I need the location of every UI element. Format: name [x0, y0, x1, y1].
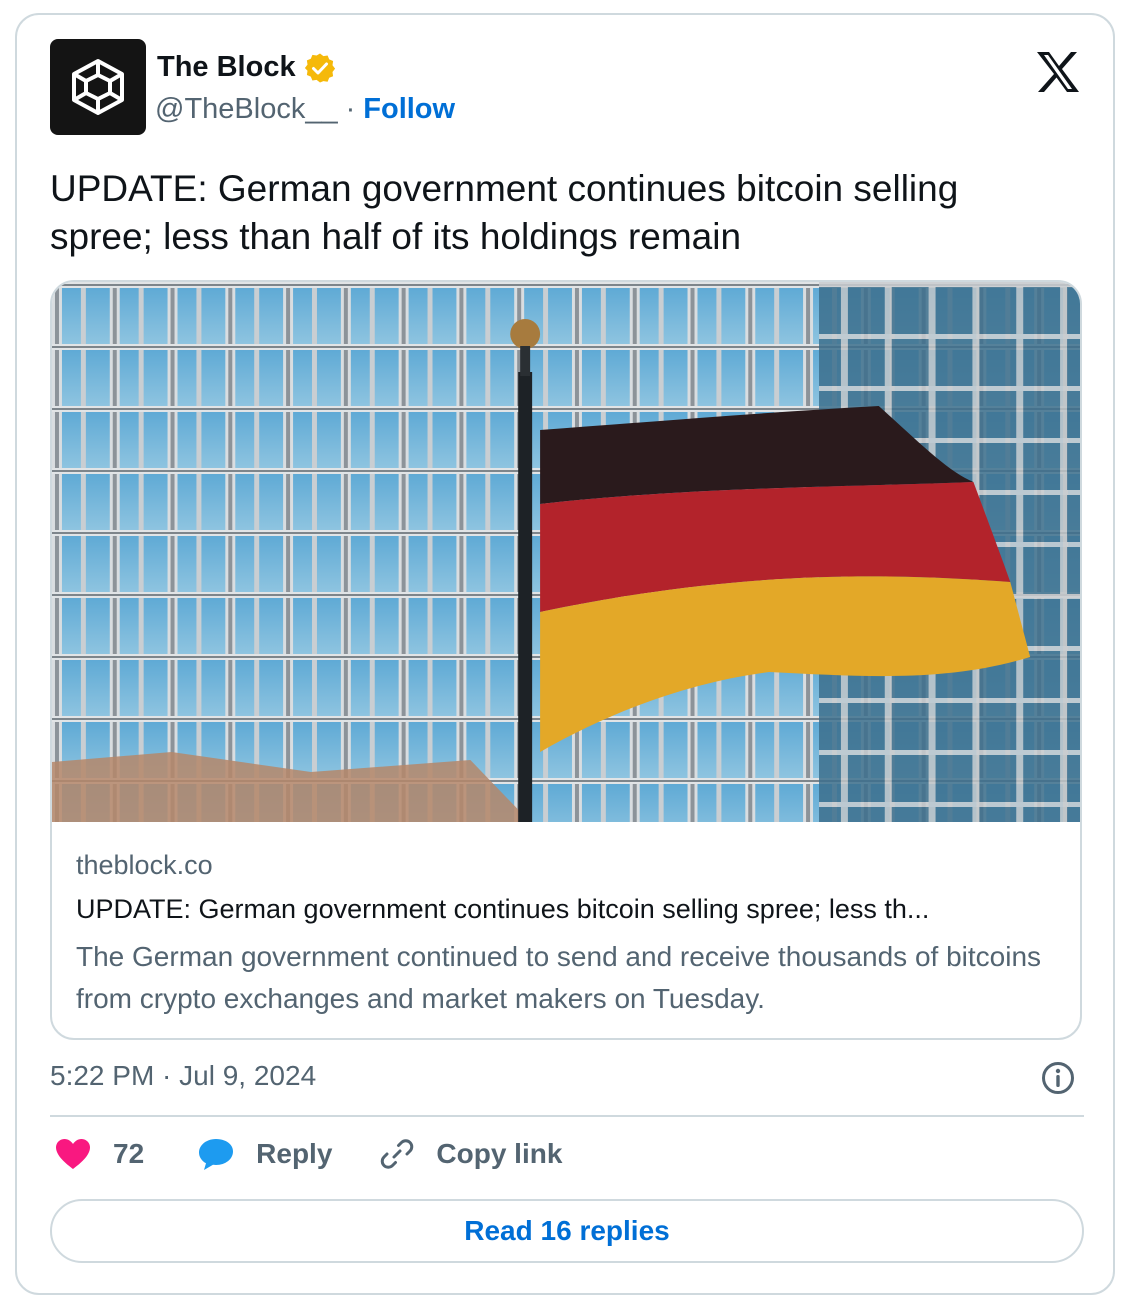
tweet-timestamp[interactable]: 5:22 PM · Jul 9, 2024 [50, 1060, 316, 1092]
link-domain: theblock.co [76, 850, 213, 880]
cube-logo-icon [72, 59, 124, 115]
link-chain-icon [381, 1139, 414, 1169]
copy-link-label: Copy link [436, 1138, 563, 1169]
author-name-row: The Block [157, 51, 336, 84]
author-handle-row: @TheBlock__ · Follow [155, 93, 455, 126]
chat-bubble-icon [199, 1139, 234, 1170]
handle-separator: · [345, 93, 356, 125]
tweet-embed-card: The Block @TheBlock__ · Follow UPDATE: G… [15, 13, 1115, 1295]
copy-link-button[interactable]: Copy link [380, 1137, 562, 1171]
author-handle[interactable]: @TheBlock__ [155, 93, 338, 126]
link-preview-card[interactable]: theblock.co UPDATE: German government co… [50, 280, 1082, 1040]
tweet-text: UPDATE: German government continues bitc… [50, 168, 959, 257]
follow-button[interactable]: Follow [363, 93, 455, 126]
like-button[interactable]: 72 [55, 1138, 144, 1170]
tweet-actions: 72 Reply Copy link [55, 1137, 562, 1171]
divider [50, 1115, 1084, 1117]
german-flag-photo[interactable] [52, 282, 1080, 822]
author-display-name[interactable]: The Block [157, 51, 296, 84]
verified-badge-icon [304, 53, 335, 82]
heart-icon [56, 1139, 90, 1169]
reply-button[interactable]: Reply [198, 1137, 332, 1171]
link-title: UPDATE: German government continues bitc… [76, 894, 930, 924]
info-icon[interactable] [1041, 1061, 1075, 1095]
avatar[interactable] [50, 39, 146, 135]
reply-label: Reply [256, 1138, 333, 1169]
x-logo-icon[interactable] [1035, 51, 1081, 93]
read-replies-button[interactable]: Read 16 replies [50, 1199, 1084, 1263]
link-description: The German government continued to send … [76, 941, 1042, 1014]
like-count: 72 [113, 1138, 145, 1169]
